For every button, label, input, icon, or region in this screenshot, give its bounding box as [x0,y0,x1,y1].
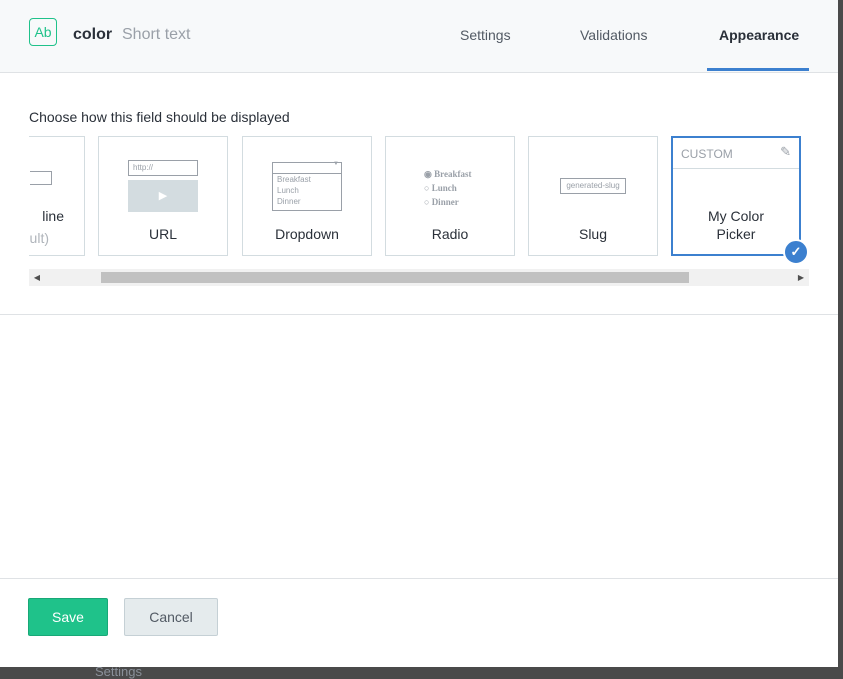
field-editor-modal: Ab color Short text Settings Validations… [0,0,838,667]
modal-header: Ab color Short text Settings Validations… [0,0,838,73]
my-color-picker-label-line1: My Color [707,208,764,224]
scrollbar-thumb[interactable] [101,272,689,283]
appearance-option-my-color-picker[interactable]: CUSTOM ✎ My Color Picker [671,136,801,256]
url-label: URL [148,226,177,242]
scroll-left-arrow-icon[interactable]: ◀ [29,269,45,286]
checkmark-icon: ✓ [783,239,809,265]
dropdown-option: Dinner [277,197,301,206]
appearance-option-url[interactable]: http:// ▶ URL [98,136,228,256]
horizontal-scrollbar[interactable]: ◀ ▶ [29,269,809,286]
field-type: Short text [122,26,191,43]
radio-label: Radio [431,226,469,242]
my-color-picker-label-line2: Picker [716,226,756,242]
radio-preview: ◉ Breakfast ○ Lunch ○ Dinner [424,167,471,209]
dropdown-option: Breakfast [277,175,311,184]
chevron-down-icon: ▼ [333,161,339,167]
dropdown-option: Lunch [277,186,299,195]
custom-tag: CUSTOM [681,147,733,161]
scroll-right-arrow-icon[interactable]: ▶ [793,269,809,286]
radio-selected-icon: ◉ [424,169,432,179]
dropdown-select-preview: ▼ [273,161,341,174]
section-divider [0,314,838,315]
single-line-default-label: ult) [29,230,49,246]
tab-appearance[interactable]: Appearance [719,27,799,43]
slug-preview: generated-slug [560,178,626,194]
appearance-prompt: Choose how this field should be displaye… [29,109,290,125]
tab-settings[interactable]: Settings [460,27,511,43]
radio-empty-icon: ○ [424,197,430,207]
save-button[interactable]: Save [28,598,108,636]
appearance-option-radio[interactable]: ◉ Breakfast ○ Lunch ○ Dinner Radio [385,136,515,256]
radio-option: Dinner [431,197,459,207]
appearance-option-slug[interactable]: generated-slug Slug [528,136,658,256]
radio-option: Breakfast [434,169,472,179]
appearance-option-dropdown[interactable]: ▼ Breakfast Lunch Dinner Dropdown [242,136,372,256]
tab-validations[interactable]: Validations [580,27,647,43]
appearance-options-strip: line ult) http:// ▶ URL ▼ Breakfast Lunc… [29,136,809,258]
active-tab-indicator [707,68,809,71]
field-name: color [73,26,113,43]
radio-option: Lunch [431,183,457,193]
pencil-icon[interactable]: ✎ [780,144,791,160]
play-icon: ▶ [128,180,198,212]
cancel-button[interactable]: Cancel [124,598,218,636]
radio-empty-icon: ○ [424,183,430,193]
custom-header: CUSTOM ✎ [673,138,799,169]
slug-label: Slug [578,226,608,242]
short-text-type-icon: Ab [29,18,57,46]
footer-divider [0,578,838,579]
dropdown-preview: ▼ Breakfast Lunch Dinner [272,161,342,211]
single-line-label: line [42,208,64,224]
url-input-preview: http:// [128,160,198,176]
dropdown-label: Dropdown [275,226,339,242]
single-line-preview [30,171,52,185]
appearance-option-single-line[interactable]: line ult) [29,136,85,256]
